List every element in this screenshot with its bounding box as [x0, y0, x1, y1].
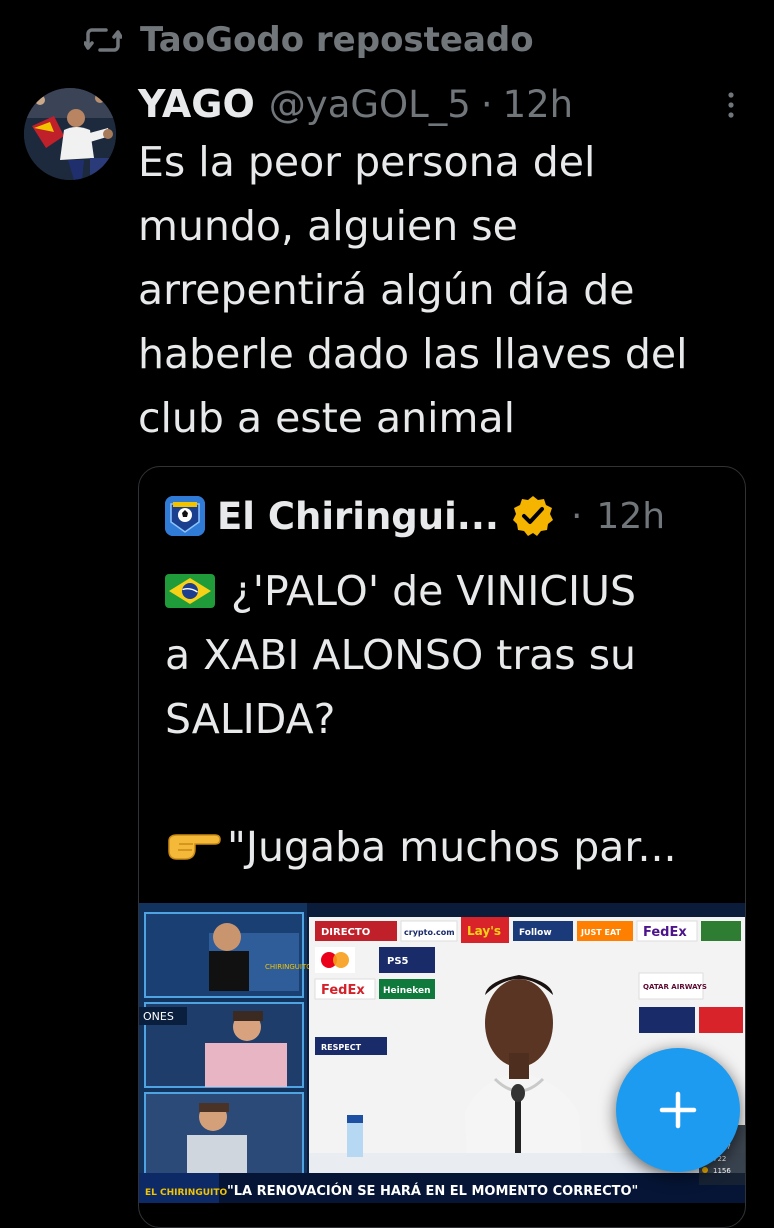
chiringuito-panel-label: CHIRINGUITO — [265, 963, 312, 971]
directo-label: DIRECTO — [321, 927, 370, 938]
tweet-header: YAGO @yaGOL_5 · 12h — [138, 76, 573, 132]
sponsor-heineken: Heineken — [383, 986, 431, 996]
repost-banner[interactable]: TaoGodo reposteado — [84, 14, 534, 66]
verified-badge-icon — [512, 496, 553, 536]
quote-text-line: ¿'PALO' de VINICIUS — [165, 559, 735, 623]
plus-icon — [659, 1091, 697, 1129]
quote-header: El Chiringui... · 12h — [165, 491, 665, 541]
quote-text-line-0: ¿'PALO' de VINICIUS — [231, 567, 637, 615]
compose-button[interactable] — [616, 1048, 740, 1172]
avatar[interactable] — [24, 88, 116, 180]
quote-separator-dot: · — [570, 495, 583, 537]
repost-label: TaoGodo reposteado — [140, 20, 534, 60]
tweet-text-line: mundo, alguien se — [138, 202, 518, 250]
pointing-right-icon — [168, 834, 221, 860]
sponsor-lays: Lay's — [467, 924, 501, 938]
repost-icon — [84, 28, 122, 52]
brazil-flag-icon — [165, 574, 215, 608]
tweet-text: Es la peor persona del mundo, alguien se… — [138, 130, 758, 450]
counter-3: 1156 — [713, 1167, 731, 1175]
tweet-text-line: arrepentirá algún día de — [138, 266, 635, 314]
tweet-text-line: club a este animal — [138, 394, 516, 442]
author-handle[interactable]: @yaGOL_5 — [269, 83, 471, 126]
sponsor-fedex: FedEx — [643, 925, 687, 940]
quote-author-name[interactable]: El Chiringui... — [217, 495, 499, 538]
chiringuito-logo-text: EL CHIRINGUITO — [145, 1188, 227, 1198]
sponsor-justeat: JUST EAT — [580, 928, 622, 937]
quote-timestamp[interactable]: 12h — [596, 496, 665, 537]
ones-panel-label: ONES — [143, 1010, 174, 1023]
sponsor-fedex-2: FedEx — [321, 983, 365, 998]
quote-text-line — [165, 751, 735, 815]
quote-text-line: SALIDA? — [165, 695, 336, 743]
more-icon[interactable] — [720, 90, 742, 120]
sponsor-respect: RESPECT — [321, 1043, 362, 1052]
tweet-text-line: haberle dado las llaves del — [138, 330, 688, 378]
tweet-text-line: Es la peor persona del — [138, 138, 596, 186]
sponsor-follow: Follow — [519, 928, 552, 938]
quote-text-line: a XABI ALONSO tras su — [165, 631, 637, 679]
author-name[interactable]: YAGO — [138, 82, 255, 126]
sponsor-qatar: QATAR AIRWAYS — [643, 983, 707, 991]
quote-avatar[interactable] — [165, 496, 205, 536]
sponsor-ps5: PS5 — [387, 956, 409, 967]
timestamp[interactable]: 12h — [503, 83, 574, 126]
quote-text-line: "Jugaba muchos par... — [165, 815, 735, 879]
quote-text-line-4: "Jugaba muchos par... — [227, 823, 677, 871]
quote-text: ¿'PALO' de VINICIUS a XABI ALONSO tras s… — [165, 559, 735, 879]
chyron-text: "LA RENOVACIÓN SE HARÁ EN EL MOMENTO COR… — [227, 1183, 638, 1199]
sponsor-crypto: crypto.com — [404, 928, 455, 937]
separator-dot: · — [480, 82, 493, 126]
